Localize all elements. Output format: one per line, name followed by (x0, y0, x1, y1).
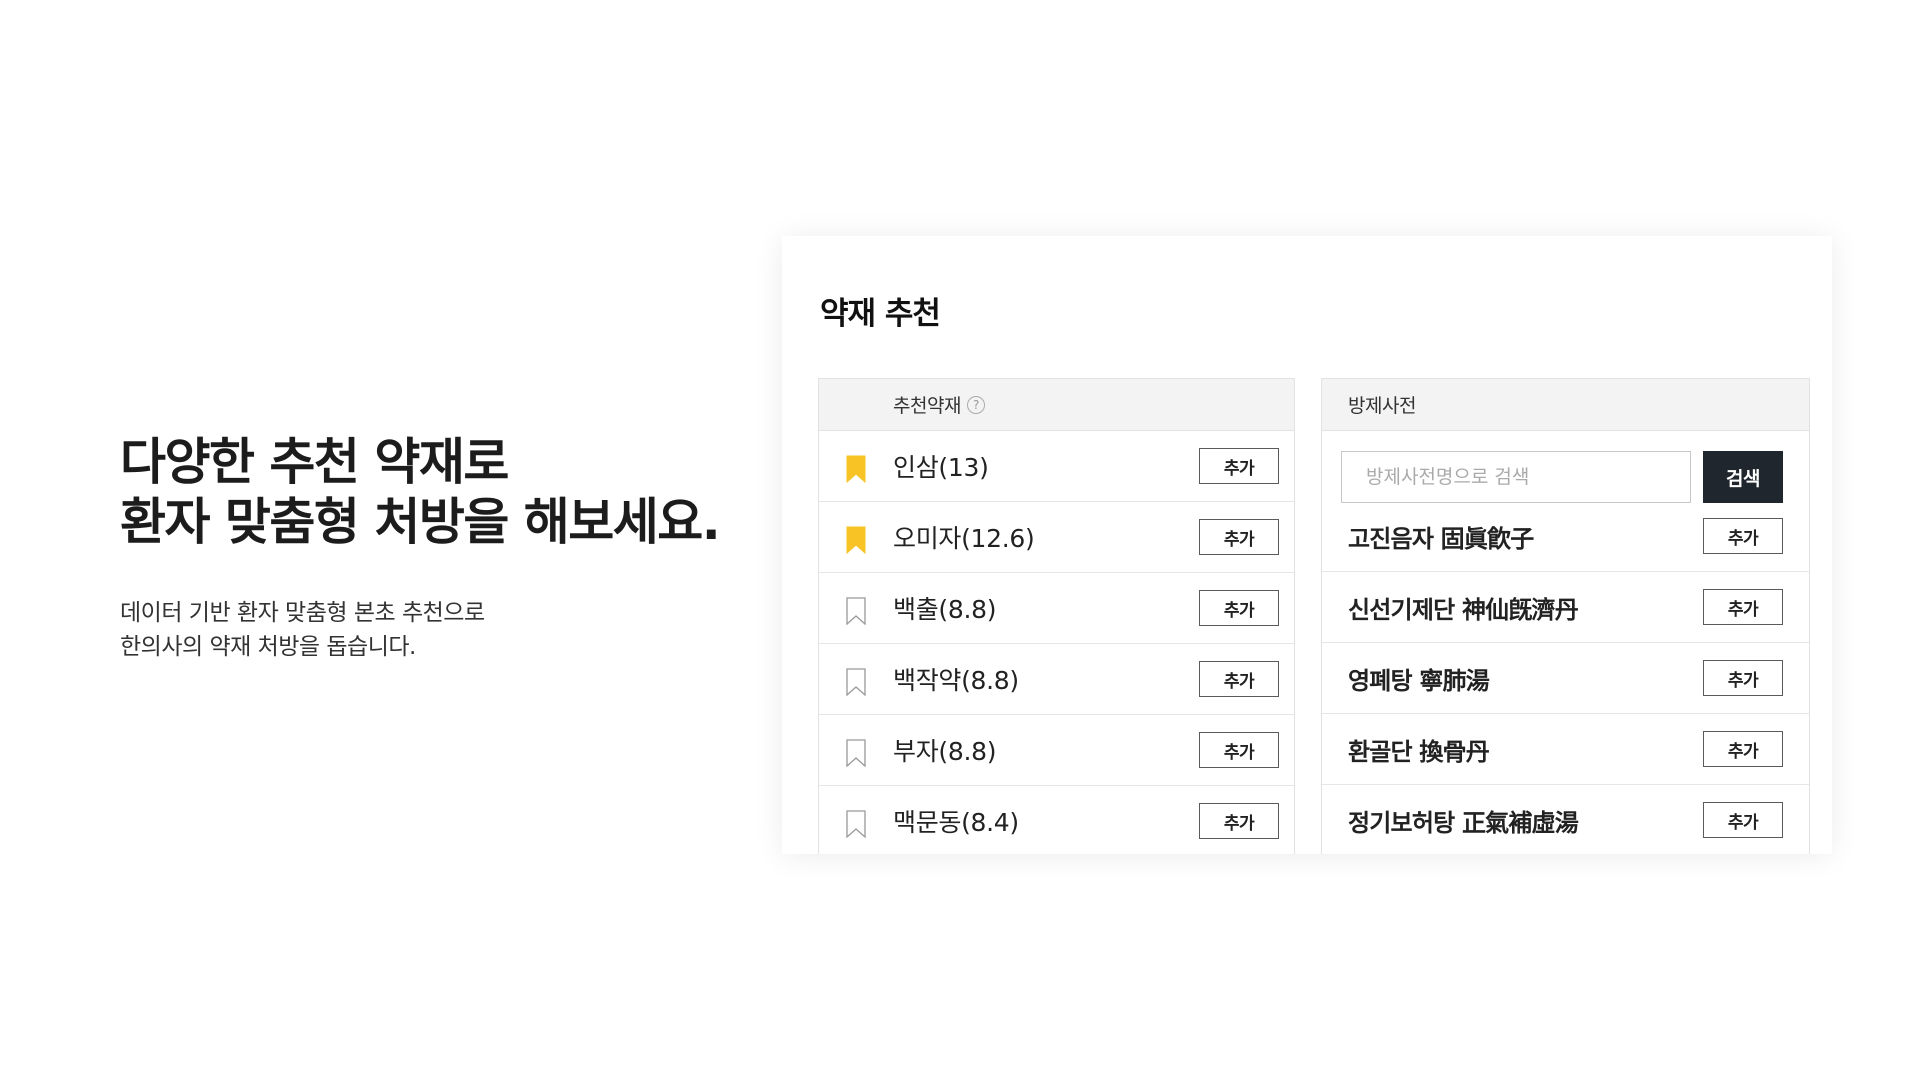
help-icon[interactable]: ? (966, 395, 985, 414)
formula-row: 영폐탕 寧肺湯 추가 (1322, 643, 1809, 714)
herb-name: 백작약(8.8) (893, 666, 1019, 695)
add-herb-button[interactable]: 추가 (1199, 803, 1279, 839)
bookmark-outline-icon[interactable] (845, 597, 867, 625)
bookmark-filled-icon[interactable] (845, 526, 867, 554)
bookmark-outline-icon[interactable] (845, 668, 867, 696)
hero-description: 데이터 기반 환자 맞춤형 본초 추천으로 한의사의 약재 처방을 돕습니다. (120, 596, 740, 664)
formula-dictionary-column: 방제사전 검색 고진음자 固眞飮子추가신선기제단 神仙旣濟丹추가영폐탕 寧肺湯추… (1321, 378, 1810, 854)
formula-row: 환골단 換骨丹 추가 (1322, 714, 1809, 785)
add-formula-button[interactable]: 추가 (1703, 802, 1783, 838)
add-formula-button[interactable]: 추가 (1703, 660, 1783, 696)
formula-search-bar: 검색 (1322, 431, 1809, 503)
formula-dictionary-header-label: 방제사전 (1348, 395, 1416, 417)
formula-name: 고진음자 固眞飮子 (1348, 524, 1534, 553)
panel-title: 약재 추천 (820, 296, 941, 332)
hero-section: 다양한 추천 약재로 환자 맞춤형 처방을 해보세요. 데이터 기반 환자 맞춤… (120, 432, 740, 664)
formula-dictionary-header: 방제사전 (1322, 379, 1809, 431)
herb-name: 맥문동(8.4) (893, 808, 1019, 837)
add-herb-button[interactable]: 추가 (1199, 519, 1279, 555)
formula-name: 영폐탕 寧肺湯 (1348, 666, 1490, 695)
hero-title-line-1: 다양한 추천 약재로 (120, 433, 509, 491)
herb-row: 인삼(13) 추가 (819, 431, 1294, 502)
recommended-herbs-column: 추천약재 ? 인삼(13) 추가 오미자(12.6) 추가 백출(8.8) 추가 백작약(8… (818, 378, 1295, 854)
hero-title: 다양한 추천 약재로 환자 맞춤형 처방을 해보세요. (120, 432, 740, 552)
add-herb-button[interactable]: 추가 (1199, 661, 1279, 697)
herb-row: 백작약(8.8) 추가 (819, 644, 1294, 715)
bookmark-outline-icon[interactable] (845, 810, 867, 838)
herb-name: 인삼(13) (893, 453, 989, 482)
herb-row: 오미자(12.6) 추가 (819, 502, 1294, 573)
herb-name: 백출(8.8) (893, 595, 997, 624)
add-formula-button[interactable]: 추가 (1703, 589, 1783, 625)
herb-row: 부자(8.8) 추가 (819, 715, 1294, 786)
add-formula-button[interactable]: 추가 (1703, 518, 1783, 554)
add-formula-button[interactable]: 추가 (1703, 731, 1783, 767)
herb-list: 인삼(13) 추가 오미자(12.6) 추가 백출(8.8) 추가 백작약(8.8) 추가 부자… (819, 431, 1294, 854)
recommended-herbs-header-label: 추천약재 (893, 395, 961, 417)
formula-name: 정기보허탕 正氣補虛湯 (1348, 808, 1579, 837)
bookmark-filled-icon[interactable] (845, 455, 867, 483)
hero-desc-line-1: 데이터 기반 환자 맞춤형 본초 추천으로 (120, 600, 485, 626)
formula-row: 신선기제단 神仙旣濟丹 추가 (1322, 572, 1809, 643)
search-button[interactable]: 검색 (1703, 451, 1783, 503)
formula-row: 정기보허탕 正氣補虛湯 추가 (1322, 785, 1809, 854)
add-herb-button[interactable]: 추가 (1199, 448, 1279, 484)
bookmark-outline-icon[interactable] (845, 739, 867, 767)
formula-list: 고진음자 固眞飮子 추가 신선기제단 神仙旣濟丹 추가 영폐탕 寧肺湯 추가 환골단 換骨丹… (1322, 501, 1809, 854)
herb-row: 맥문동(8.4) 추가 (819, 786, 1294, 854)
formula-row: 고진음자 固眞飮子 추가 (1322, 501, 1809, 572)
hero-title-line-2: 환자 맞춤형 처방을 해보세요. (120, 493, 721, 551)
herb-recommendation-panel: 약재 추천 추천약재 ? 인삼(13) 추가 오미자(12.6) 추가 백출(8.8) 추… (782, 236, 1832, 854)
herb-name: 부자(8.8) (893, 737, 997, 766)
herb-row: 백출(8.8) 추가 (819, 573, 1294, 644)
recommended-herbs-header: 추천약재 ? (819, 379, 1294, 431)
add-herb-button[interactable]: 추가 (1199, 590, 1279, 626)
formula-search-input[interactable] (1341, 451, 1691, 503)
add-herb-button[interactable]: 추가 (1199, 732, 1279, 768)
hero-desc-line-2: 한의사의 약재 처방을 돕습니다. (120, 634, 416, 660)
formula-name: 신선기제단 神仙旣濟丹 (1348, 595, 1579, 624)
herb-name: 오미자(12.6) (893, 524, 1035, 553)
formula-name: 환골단 換骨丹 (1348, 737, 1490, 766)
